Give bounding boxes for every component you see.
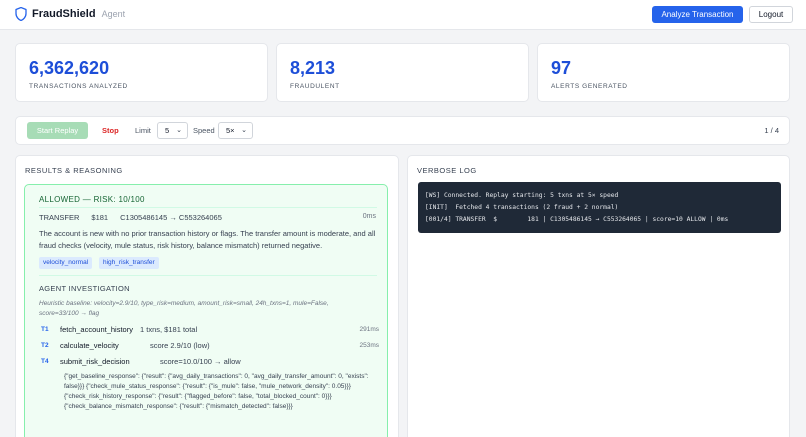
tag-velocity-normal: velocity_normal bbox=[39, 257, 93, 269]
stat-card-fraudulent: 8,213 FRAUDULENT bbox=[276, 43, 529, 102]
log-line: [INIT] Fetched 4 transactions (2 fraud +… bbox=[425, 204, 619, 211]
step-result: score 2.9/10 (low) bbox=[150, 341, 210, 350]
results-panel: RESULTS & REASONING ALLOWED — RISK: 10/1… bbox=[15, 155, 399, 437]
step-time: 291ms bbox=[359, 326, 379, 333]
verbose-log-panel: VERBOSE LOG [WS] Connected. Replay start… bbox=[407, 155, 790, 437]
start-replay-button[interactable]: Start Replay bbox=[27, 122, 88, 139]
txn-route: C1305486145 → C553264065 bbox=[120, 213, 222, 222]
log-title: VERBOSE LOG bbox=[417, 166, 477, 175]
log-line: [WS] Connected. Replay starting: 5 txns … bbox=[425, 192, 619, 199]
stop-button[interactable]: Stop bbox=[102, 126, 119, 135]
reasoning-text: The account is new with no prior transac… bbox=[39, 229, 376, 250]
result-card[interactable]: ALLOWED — RISK: 10/100 TRANSFER $181 C13… bbox=[24, 184, 388, 437]
chevron-down-icon: ⌄ bbox=[241, 127, 247, 134]
log-line: [001/4] TRANSFER $ 181 | C1305486145 → C… bbox=[425, 216, 729, 223]
stat-label: TRANSACTIONS ANALYZED bbox=[29, 83, 128, 90]
investigation-title: AGENT INVESTIGATION bbox=[39, 284, 130, 293]
step-result: score=10.0/100 → allow bbox=[160, 357, 241, 366]
txn-type: TRANSFER bbox=[39, 213, 80, 222]
stat-value: 8,213 bbox=[290, 58, 336, 78]
page-indicator: 1 / 4 bbox=[764, 126, 779, 135]
limit-label: Limit bbox=[135, 126, 151, 135]
heuristic-baseline: Heuristic baseline: velocity=2.9/10, typ… bbox=[39, 300, 329, 317]
investigation-step: T4 submit_risk_decision score=10.0/100 →… bbox=[39, 357, 379, 369]
shield-icon bbox=[15, 7, 27, 21]
investigation-step: T1 fetch_account_history 1 txns, $181 to… bbox=[39, 325, 379, 337]
speed-label: Speed bbox=[193, 126, 215, 135]
step-name: fetch_account_history bbox=[60, 325, 133, 334]
step-time: 253ms bbox=[359, 342, 379, 349]
divider bbox=[39, 275, 377, 276]
stat-value: 97 bbox=[551, 58, 572, 78]
stat-card-alerts: 97 ALERTS GENERATED bbox=[537, 43, 790, 102]
step-id: T4 bbox=[41, 358, 49, 365]
step-id: T1 bbox=[41, 326, 49, 333]
replay-controls: Start Replay Stop Limit 5 ⌄ Speed 5× ⌄ 1… bbox=[15, 116, 790, 145]
app-name: FraudShield bbox=[32, 8, 96, 20]
investigation-step: T2 calculate_velocity score 2.9/10 (low)… bbox=[39, 341, 379, 353]
step-name: submit_risk_decision bbox=[60, 357, 130, 366]
txn-amount: $181 bbox=[91, 213, 109, 222]
app-subtitle: Agent bbox=[101, 9, 126, 19]
limit-select[interactable]: 5 ⌄ bbox=[157, 122, 188, 139]
speed-value: 5× bbox=[226, 126, 235, 135]
app-header: FraudShield Agent Analyze Transaction Lo… bbox=[0, 0, 806, 30]
results-title: RESULTS & REASONING bbox=[25, 166, 123, 175]
divider bbox=[39, 207, 377, 208]
speed-select[interactable]: 5× ⌄ bbox=[218, 122, 253, 139]
log-console: [WS] Connected. Replay starting: 5 txns … bbox=[418, 182, 781, 233]
stat-label: ALERTS GENERATED bbox=[551, 83, 628, 90]
limit-value: 5 bbox=[165, 126, 170, 135]
txn-time: 0ms bbox=[362, 213, 376, 220]
step-name: calculate_velocity bbox=[60, 341, 119, 350]
step-result: 1 txns, $181 total bbox=[140, 325, 198, 334]
step-id: T2 bbox=[41, 342, 49, 349]
chevron-down-icon: ⌄ bbox=[176, 127, 182, 134]
brand: FraudShield Agent bbox=[15, 7, 125, 21]
stat-card-transactions: 6,362,620 TRANSACTIONS ANALYZED bbox=[15, 43, 268, 102]
stat-value: 6,362,620 bbox=[29, 58, 110, 78]
transaction-summary: TRANSFER $181 C1305486145 → C553264065 bbox=[39, 213, 234, 222]
analyze-transaction-button[interactable]: Analyze Transaction bbox=[652, 6, 743, 23]
tag-high-risk-transfer: high_risk_transfer bbox=[99, 257, 159, 269]
verdict-title: ALLOWED — RISK: 10/100 bbox=[39, 195, 145, 204]
stat-label: FRAUDULENT bbox=[290, 83, 340, 90]
tool-response-json: {"get_baseline_response": {"result": {"a… bbox=[64, 373, 369, 410]
logout-button[interactable]: Logout bbox=[749, 6, 793, 23]
